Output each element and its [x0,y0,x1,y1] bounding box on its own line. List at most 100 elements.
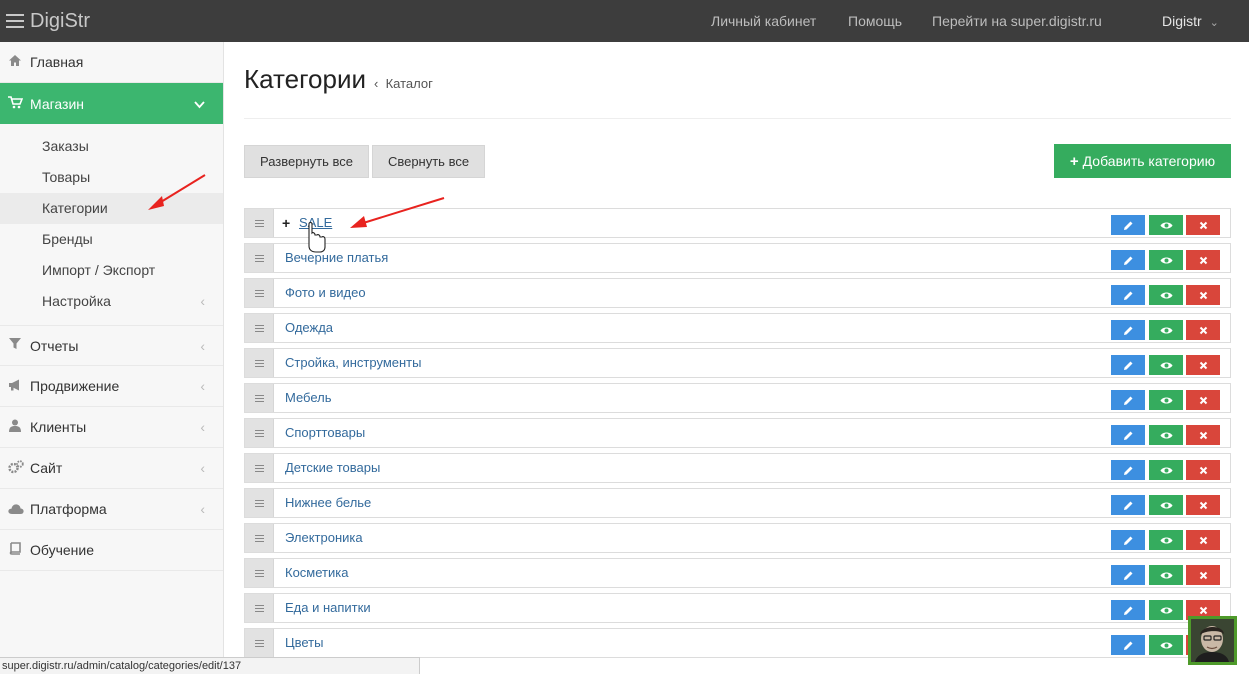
category-row: Спорттовары [244,418,1231,448]
sidebar-item-promo[interactable]: Продвижение ‹ [0,366,223,407]
delete-category-button[interactable] [1186,425,1220,445]
category-name-link[interactable]: Еда и напитки [285,594,371,622]
nav-go-to-site[interactable]: Перейти на super.digistr.ru [932,0,1102,42]
sidebar-item-clients[interactable]: Клиенты ‹ [0,407,223,448]
view-category-button[interactable] [1149,425,1183,445]
sidebar-item-label: Продвижение [30,378,120,394]
edit-category-button[interactable] [1111,250,1145,270]
delete-category-button[interactable] [1186,250,1220,270]
category-name-link[interactable]: Фото и видео [285,279,366,307]
edit-category-button[interactable] [1111,600,1145,620]
edit-category-button[interactable] [1111,635,1145,655]
drag-handle-icon[interactable] [245,629,274,657]
view-category-button[interactable] [1149,460,1183,480]
drag-handle-icon[interactable] [245,349,274,377]
drag-handle-icon[interactable] [245,524,274,552]
nav-help[interactable]: Помощь [848,0,902,42]
pencil-icon [1123,326,1132,335]
drag-handle-icon[interactable] [245,314,274,342]
delete-category-button[interactable] [1186,565,1220,585]
drag-handle-icon[interactable] [245,454,274,482]
add-category-button[interactable]: + Добавить категорию [1054,144,1231,178]
sidebar-subitem-import-export[interactable]: Импорт / Экспорт [0,255,223,286]
edit-category-button[interactable] [1111,215,1145,235]
drag-handle-icon[interactable] [245,419,274,447]
category-name-link[interactable]: Мебель [285,384,332,412]
nav-personal-cabinet[interactable]: Личный кабинет [711,0,816,42]
category-name-link[interactable]: Косметика [285,559,348,587]
drag-handle-icon[interactable] [245,384,274,412]
breadcrumb-catalog[interactable]: Каталог [386,76,433,91]
hamburger-menu-icon[interactable] [6,14,24,28]
sidebar-item-shop[interactable]: Магазин [0,83,223,124]
book-icon [8,542,22,558]
sidebar-subitem-categories[interactable]: Категории [0,193,223,224]
drag-handle-icon[interactable] [245,244,274,272]
times-icon [1199,326,1207,334]
category-name-link[interactable]: Стройка, инструменты [285,349,421,377]
sidebar-subitem-settings[interactable]: Настройка ‹ [0,286,223,317]
view-category-button[interactable] [1149,355,1183,375]
category-name-link[interactable]: Нижнее белье [285,489,371,517]
eye-icon [1160,537,1172,543]
edit-category-button[interactable] [1111,460,1145,480]
brand[interactable]: DigiStr [6,0,90,42]
delete-category-button[interactable] [1186,495,1220,515]
sidebar-item-label: Магазин [30,95,85,112]
times-icon [1199,396,1207,404]
delete-category-button[interactable] [1186,215,1220,235]
view-category-button[interactable] [1149,250,1183,270]
collapse-all-button[interactable]: Свернуть все [372,145,485,178]
eye-icon [1160,607,1172,613]
category-name-link[interactable]: Вечерние платья [285,244,388,272]
expand-all-button[interactable]: Развернуть все [244,145,369,178]
delete-category-button[interactable] [1186,320,1220,340]
category-name-link[interactable]: SALE [299,209,332,237]
view-category-button[interactable] [1149,530,1183,550]
edit-category-button[interactable] [1111,285,1145,305]
delete-category-button[interactable] [1186,530,1220,550]
view-category-button[interactable] [1149,600,1183,620]
sidebar-item-platform[interactable]: Платформа ‹ [0,489,223,530]
view-category-button[interactable] [1149,320,1183,340]
drag-handle-icon[interactable] [245,594,274,622]
delete-category-button[interactable] [1186,355,1220,375]
drag-handle-icon[interactable] [245,559,274,587]
view-category-button[interactable] [1149,565,1183,585]
view-category-button[interactable] [1149,215,1183,235]
delete-category-button[interactable] [1186,460,1220,480]
view-category-button[interactable] [1149,285,1183,305]
edit-category-button[interactable] [1111,320,1145,340]
edit-category-button[interactable] [1111,390,1145,410]
sidebar-item-learning[interactable]: Обучение [0,530,223,571]
category-name-link[interactable]: Электроника [285,524,363,552]
view-category-button[interactable] [1149,495,1183,515]
category-name-link[interactable]: Детские товары [285,454,380,482]
category-name-link[interactable]: Одежда [285,314,333,342]
category-row: Цветы [244,628,1231,658]
category-name-link[interactable]: Цветы [285,629,323,657]
delete-category-button[interactable] [1186,285,1220,305]
edit-category-button[interactable] [1111,355,1145,375]
sidebar-item-reports[interactable]: Отчеты ‹ [0,325,223,366]
edit-category-button[interactable] [1111,495,1145,515]
sidebar-item-site[interactable]: Сайт ‹ [0,448,223,489]
drag-handle-icon[interactable] [245,279,274,307]
support-avatar[interactable] [1188,616,1237,665]
drag-handle-icon[interactable] [245,489,274,517]
delete-category-button[interactable] [1186,390,1220,410]
sidebar-subitem-brands[interactable]: Бренды [0,224,223,255]
edit-category-button[interactable] [1111,425,1145,445]
category-name-link[interactable]: Спорттовары [285,419,365,447]
sidebar-subitem-products[interactable]: Товары [0,162,223,193]
edit-category-button[interactable] [1111,530,1145,550]
sidebar-item-home[interactable]: Главная [0,42,223,83]
expand-plus-icon[interactable]: + [282,209,290,237]
sidebar-subitem-orders[interactable]: Заказы [0,131,223,162]
view-category-button[interactable] [1149,635,1183,655]
view-category-button[interactable] [1149,390,1183,410]
pencil-icon [1123,291,1132,300]
drag-handle-icon[interactable] [245,209,274,237]
user-menu[interactable]: Digistr ⌄ [1162,0,1219,42]
edit-category-button[interactable] [1111,565,1145,585]
